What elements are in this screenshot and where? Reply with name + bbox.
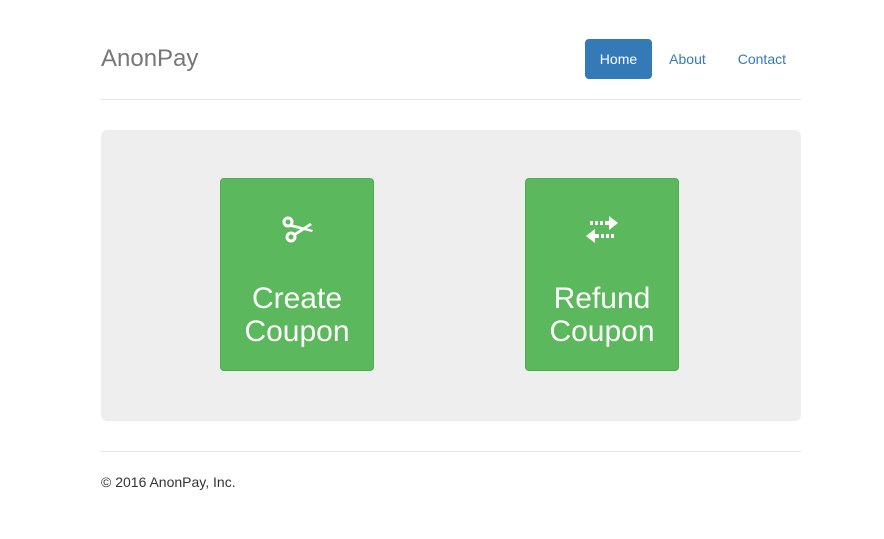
nav-bar: Home About Contact (584, 39, 801, 79)
scissors-icon (282, 216, 313, 243)
jumbotron: Create Coupon Refund Coupon (101, 130, 801, 421)
nav-item-contact[interactable]: Contact (723, 39, 801, 79)
header: AnonPay Home About Contact (101, 0, 801, 100)
footer-copyright: © 2016 AnonPay, Inc. (101, 474, 236, 490)
refund-coupon-button[interactable]: Refund Coupon (525, 178, 679, 371)
brand-title: AnonPay (101, 45, 199, 72)
nav-item-home[interactable]: Home (584, 39, 653, 79)
footer: © 2016 AnonPay, Inc. (101, 451, 801, 490)
transfer-arrows-icon (586, 216, 618, 243)
create-coupon-button[interactable]: Create Coupon (220, 178, 374, 371)
nav-item-about[interactable]: About (654, 39, 721, 79)
create-coupon-label: Create Coupon (244, 282, 350, 348)
page-container: AnonPay Home About Contact Create Coupon (101, 0, 801, 490)
refund-coupon-label: Refund Coupon (549, 282, 655, 348)
